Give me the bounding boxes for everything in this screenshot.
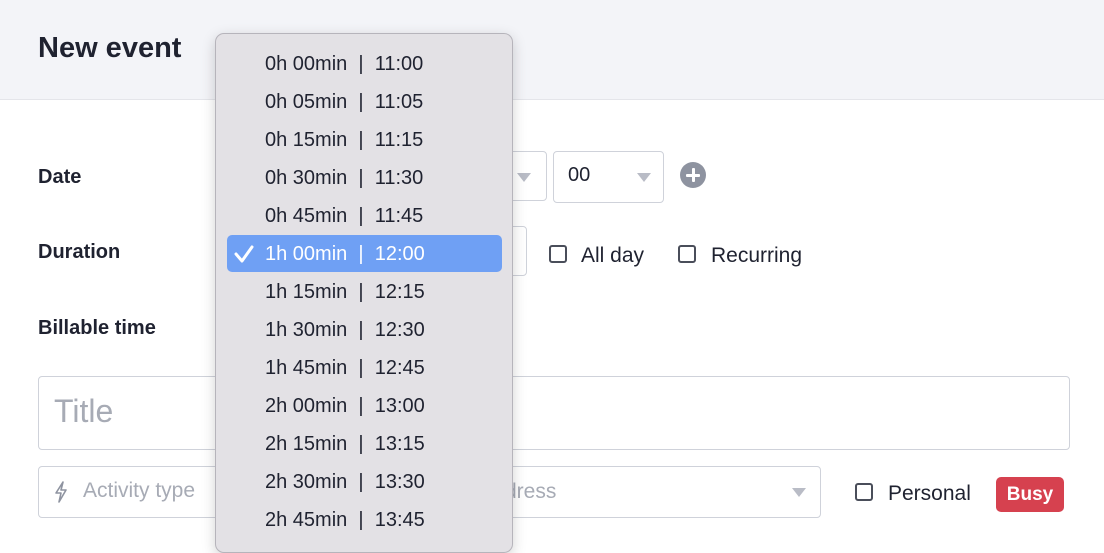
dropdown-option[interactable]: 1h 30min | 12:30 <box>227 311 502 348</box>
dropdown-option-label: 0h 45min | 11:45 <box>265 205 424 227</box>
duration-label: Duration <box>38 241 121 263</box>
dropdown-option-label: 2h 00min | 13:00 <box>265 395 425 417</box>
dropdown-option[interactable]: 1h 45min | 12:45 <box>227 349 502 386</box>
recurring-label: Recurring <box>711 244 803 267</box>
dropdown-option-label: 0h 05min | 11:05 <box>265 91 424 113</box>
dropdown-option[interactable]: 1h 00min | 12:00 <box>227 235 502 272</box>
dropdown-option-label: 1h 15min | 12:15 <box>265 281 425 303</box>
header-bar: New event <box>0 0 1104 100</box>
dropdown-option-label: 0h 15min | 11:15 <box>265 129 424 151</box>
personal-label: Personal <box>888 482 971 505</box>
activity-type-select[interactable]: Activity type <box>38 466 238 518</box>
lightning-icon <box>55 481 67 503</box>
dropdown-option[interactable]: 2h 30min | 13:30 <box>227 463 502 500</box>
allday-checkbox[interactable] <box>549 245 567 263</box>
activity-type-placeholder: Activity type <box>83 479 196 502</box>
dropdown-option-label: 2h 15min | 13:15 <box>265 433 425 455</box>
chevron-down-icon <box>517 173 531 182</box>
busy-status-badge[interactable]: Busy <box>996 477 1064 512</box>
dropdown-option[interactable]: 2h 45min | 13:45 <box>227 501 502 538</box>
dropdown-option[interactable]: 0h 00min | 11:00 <box>227 45 502 82</box>
date-label: Date <box>38 166 82 188</box>
recurring-checkbox[interactable] <box>678 245 696 263</box>
dropdown-option[interactable]: 0h 15min | 11:15 <box>227 121 502 158</box>
title-input[interactable]: Title <box>38 376 1070 450</box>
minute-value: 00 <box>568 164 591 186</box>
dropdown-option-label: 2h 45min | 13:45 <box>265 509 425 531</box>
duration-dropdown-menu[interactable]: 0h 00min | 11:00 0h 05min | 11:05 0h 15min… <box>215 33 513 553</box>
dropdown-option-label: 1h 00min | 12:00 <box>265 243 425 265</box>
checkmark-icon <box>234 245 254 263</box>
chevron-down-icon <box>637 173 651 182</box>
allday-label: All day <box>581 244 645 267</box>
billable-time-label: Billable time <box>38 317 156 339</box>
dropdown-option[interactable]: 1h 15min | 12:15 <box>227 273 502 310</box>
minute-select[interactable]: 00 <box>553 151 664 203</box>
dropdown-option-label: 2h 30min | 13:30 <box>265 471 425 493</box>
personal-checkbox[interactable] <box>855 483 873 501</box>
dropdown-option-label: 1h 45min | 12:45 <box>265 357 425 379</box>
chevron-down-icon <box>792 488 806 497</box>
dropdown-option-label: 1h 30min | 12:30 <box>265 319 425 341</box>
dropdown-option[interactable]: 0h 05min | 11:05 <box>227 83 502 120</box>
dropdown-option-label: 0h 00min | 11:00 <box>265 53 424 75</box>
dropdown-option[interactable]: 0h 45min | 11:45 <box>227 197 502 234</box>
dropdown-option[interactable]: 0h 30min | 11:30 <box>227 159 502 196</box>
title-placeholder: Title <box>54 393 114 429</box>
dropdown-option-label: 0h 30min | 11:30 <box>265 167 424 189</box>
page-title: New event <box>38 32 182 64</box>
dropdown-option[interactable]: 2h 15min | 13:15 <box>227 425 502 462</box>
add-time-icon[interactable] <box>680 162 706 188</box>
dropdown-option[interactable]: 2h 00min | 13:00 <box>227 387 502 424</box>
